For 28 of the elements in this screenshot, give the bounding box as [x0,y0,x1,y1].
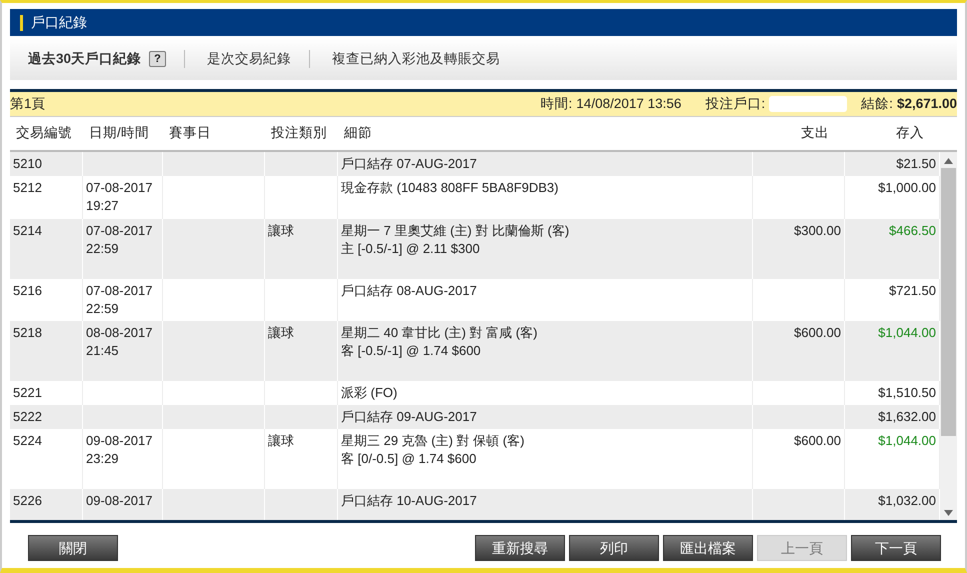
column-header: 支出 [800,124,830,142]
column-header: 日期/時間 [88,124,150,142]
page-label: 第1頁 [10,94,46,113]
tab[interactable]: 複查已納入彩池及轉賬交易 [332,48,518,70]
scrollbar-thumb[interactable] [941,168,956,436]
action-button[interactable]: 關閉 [28,535,118,561]
column-header: 賽事日 [168,124,212,142]
action-button[interactable]: 列印 [569,535,659,561]
time-label: 時間: [540,94,572,113]
balance-label: 結餘: [861,94,893,113]
tab[interactable]: 過去30天戶口紀錄 [28,48,146,70]
accent-bar [20,14,23,30]
window-title: 戶口紀錄 [31,13,87,32]
tab[interactable]: 是次交易紀錄 [207,48,310,70]
action-button[interactable]: 匯出檔案 [663,535,753,561]
column-header: 細節 [343,124,373,142]
column-header: 投注類別 [270,124,328,142]
scroll-up-icon[interactable] [944,158,953,164]
column-header: 存入 [895,124,925,142]
column-header: 交易編號 [15,124,73,142]
action-button[interactable]: 下一頁 [851,535,941,561]
scrollbar[interactable] [940,152,957,520]
time-value: 14/08/2017 13:56 [576,94,682,113]
scroll-down-icon[interactable] [944,510,953,516]
action-button[interactable]: 重新搜尋 [475,535,565,561]
account-label: 投注戶口: [705,94,766,113]
help-icon[interactable]: ? [149,51,166,67]
balance-value: $2,671.00 [896,94,957,113]
